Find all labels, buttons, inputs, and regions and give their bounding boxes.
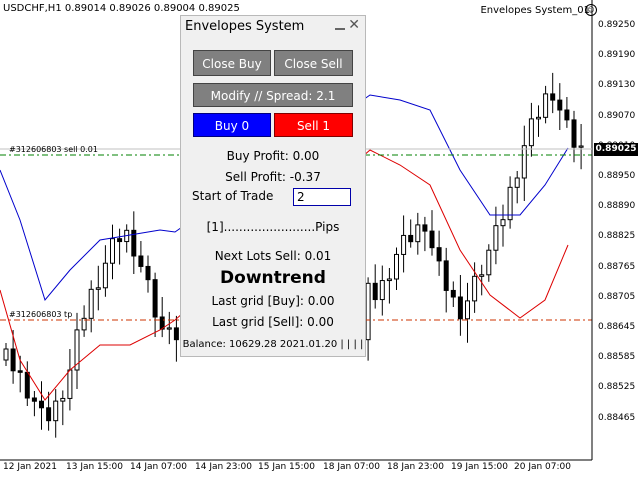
minimize-icon[interactable] <box>335 22 345 32</box>
ea-name-label: Envelopes System_01 <box>480 5 590 16</box>
balance-text: Balance: 10629.28 2021.01.20 | | | | <box>182 339 364 350</box>
candle-body <box>450 289 456 298</box>
panel-title: Envelopes System <box>185 19 305 34</box>
candle-body <box>88 288 94 319</box>
candle-body <box>514 177 520 188</box>
price-tick-label: 0.89070 <box>598 110 636 121</box>
candle-body <box>550 93 556 101</box>
next-lots-text: Next Lots Sell: 0.01 <box>214 249 332 263</box>
candle-body <box>557 99 563 111</box>
time-tick-label: 13 Jan 15:00 <box>66 462 123 472</box>
candle-body <box>536 116 541 120</box>
close-icon[interactable]: ✕ <box>348 18 360 32</box>
candle-body <box>472 275 478 302</box>
candle-body <box>145 265 151 281</box>
close-buy-button[interactable]: Close Buy <box>193 50 271 76</box>
candle-body <box>102 262 108 289</box>
last-grid-buy-text: Last grid [Buy]: 0.00 <box>211 294 335 308</box>
price-tick-label: 0.88465 <box>598 412 636 423</box>
price-tick-label: 0.89190 <box>598 50 636 61</box>
candle-body <box>521 145 527 179</box>
price-tick-label: 0.88950 <box>598 171 636 181</box>
candle-body <box>394 253 399 280</box>
time-tick-label: 14 Jan 07:00 <box>130 462 187 472</box>
candle-body <box>486 249 492 276</box>
smiley-icon: ☺ <box>585 4 597 16</box>
candle-body <box>443 260 449 291</box>
buy-button[interactable]: Buy 0 <box>193 113 271 137</box>
close-sell-button[interactable]: Close Sell <box>274 50 353 76</box>
modify-button[interactable]: Modify // Spread: 2.1 <box>193 83 353 107</box>
candle-body <box>67 369 73 399</box>
candle-body <box>543 93 549 118</box>
price-tick-label: 0.88825 <box>598 231 636 242</box>
price-tick-label: 0.88585 <box>598 352 636 363</box>
candle-body <box>571 119 577 148</box>
candle-body <box>46 407 52 422</box>
candle-body <box>401 234 407 255</box>
candle-body <box>429 230 435 249</box>
start-of-trade-input[interactable]: 2 <box>293 188 351 206</box>
buy-profit-text: Buy Profit: 0.00 <box>226 149 320 163</box>
last-grid-sell-text: Last grid [Sell]: 0.00 <box>212 315 334 329</box>
candle-body <box>173 327 179 341</box>
symbol-info: USDCHF,H1 0.89014 0.89026 0.89004 0.8902… <box>3 3 240 14</box>
tp-order-label: #312606803 tp <box>9 310 73 319</box>
candle-body <box>24 371 30 399</box>
price-tick-label: 0.89250 <box>598 20 636 30</box>
candle-body <box>39 400 44 409</box>
candle-body <box>415 224 421 243</box>
price-tick-label: 0.88705 <box>598 291 636 302</box>
time-tick-label: 18 Jan 07:00 <box>323 462 380 472</box>
candle-body <box>138 255 144 267</box>
time-tick-label: 12 Jan 2021 <box>3 462 57 472</box>
time-tick-label: 18 Jan 23:00 <box>387 462 444 472</box>
time-tick-label: 20 Jan 07:00 <box>514 462 571 472</box>
candle-body <box>564 109 570 121</box>
sell-button[interactable]: Sell 1 <box>274 113 353 137</box>
candle-body <box>110 238 115 264</box>
candle-body <box>31 397 37 402</box>
price-tick-label: 0.88890 <box>598 201 636 212</box>
candle-body <box>528 118 534 147</box>
price-tick-label: 0.88765 <box>598 261 636 272</box>
candle-body <box>493 225 499 251</box>
envelopes-panel: Envelopes System ✕ Close Buy Close Sell … <box>180 15 366 357</box>
price-tick-label: 0.88525 <box>598 382 636 393</box>
candle-body <box>386 278 392 282</box>
candle-body <box>152 279 158 318</box>
candle-body <box>10 348 16 372</box>
candle-body <box>166 327 172 330</box>
candle-body <box>436 247 442 262</box>
candle-body <box>457 296 463 320</box>
candle-body <box>17 370 23 373</box>
time-tick-label: 14 Jan 23:00 <box>195 462 252 472</box>
time-tick-label: 19 Jan 15:00 <box>451 462 508 472</box>
candle-body <box>379 280 385 301</box>
candle-body <box>95 287 101 290</box>
time-tick-label: 15 Jan 15:00 <box>258 462 315 472</box>
candle-body <box>117 238 123 243</box>
candle-body <box>479 274 485 277</box>
sell-profit-text: Sell Profit: -0.37 <box>225 170 321 184</box>
pips-text: [1]........................Pips <box>206 220 340 234</box>
candle-body <box>422 224 428 232</box>
candle-body <box>365 282 371 341</box>
candle-body <box>578 145 584 148</box>
price-tick-label: 0.88645 <box>598 322 636 332</box>
candle-body <box>53 400 59 422</box>
sell-order-label: #312606803 sell 0.01 <box>9 145 98 154</box>
candle-body <box>500 219 506 227</box>
candle-body <box>465 300 470 320</box>
trend-text: Downtrend <box>220 268 326 288</box>
price-tick-label: 0.89130 <box>598 80 636 91</box>
candle-body <box>372 282 378 301</box>
candle-body <box>408 234 414 243</box>
start-of-trade-label: Start of Trade <box>192 189 274 203</box>
candle-body <box>60 397 66 402</box>
candle-body <box>3 348 9 361</box>
current-price-tag: 0.89025 <box>594 143 638 156</box>
